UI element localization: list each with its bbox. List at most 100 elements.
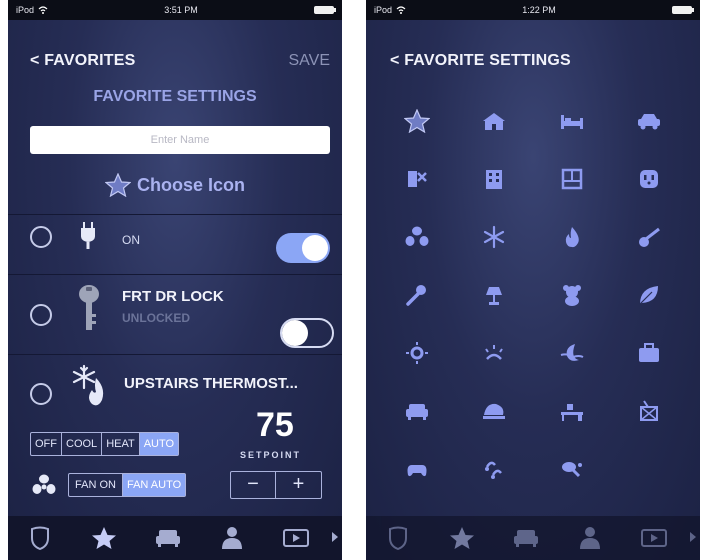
name-input[interactable] <box>30 126 330 154</box>
tab-favorites[interactable] <box>449 525 475 551</box>
icon-option-teddy-bear[interactable] <box>533 266 611 324</box>
icon-option-ping-pong[interactable] <box>533 440 611 498</box>
sun-icon <box>405 342 428 364</box>
car-icon <box>638 114 661 130</box>
tab-bar <box>366 516 700 560</box>
tab-favorites[interactable] <box>91 525 117 551</box>
setpoint-value: 75 <box>256 406 294 444</box>
leaf-icon <box>639 286 659 305</box>
moon-icon <box>560 344 584 361</box>
choose-icon-button[interactable]: Choose Icon <box>8 173 342 197</box>
choose-icon-label: Choose Icon <box>136 174 245 195</box>
lock-status: UNLOCKED <box>122 311 190 325</box>
icon-option-desk[interactable] <box>533 382 611 440</box>
mode-segmented-control: OFF COOL HEAT AUTO <box>30 432 180 456</box>
icon-option-drum[interactable] <box>611 382 689 440</box>
icon-option-microphone[interactable] <box>378 266 456 324</box>
icon-option-flame[interactable] <box>533 208 611 266</box>
tab-users[interactable] <box>219 525 245 551</box>
lock-toggle[interactable] <box>280 318 334 348</box>
device-select-radio[interactable] <box>30 304 52 326</box>
gamepad-icon <box>407 465 427 477</box>
icon-option-bed[interactable] <box>533 92 611 150</box>
guitar-icon <box>639 227 661 247</box>
back-favorites-button[interactable]: < FAVORITES <box>30 52 135 70</box>
sofa-icon <box>405 404 428 420</box>
setpoint-decrease-button[interactable]: − <box>231 472 276 498</box>
icon-option-sun[interactable] <box>378 324 456 382</box>
tab-security[interactable] <box>385 525 411 551</box>
outlet-icon <box>640 170 659 188</box>
plug-toggle[interactable] <box>276 233 330 263</box>
fan-segmented-control: FAN ON FAN AUTO <box>68 473 187 497</box>
tab-bar <box>8 516 342 560</box>
tab-rooms[interactable] <box>155 525 181 551</box>
icon-option-leaf[interactable] <box>611 266 689 324</box>
mode-cool[interactable]: COOL <box>62 433 103 455</box>
icon-option-sunrise[interactable] <box>456 324 534 382</box>
wifi-icon <box>38 6 48 14</box>
icon-option-suitcase[interactable] <box>611 324 689 382</box>
icon-option-moon[interactable] <box>533 324 611 382</box>
flame-icon <box>565 227 579 248</box>
icon-option-guitar[interactable] <box>611 208 689 266</box>
icon-option-snowflake[interactable] <box>456 208 534 266</box>
icon-grid <box>378 92 688 498</box>
mode-auto[interactable]: AUTO <box>139 433 179 455</box>
house-icon <box>483 113 506 130</box>
fan-auto[interactable]: FAN AUTO <box>122 474 186 496</box>
sunrise-icon <box>485 345 504 360</box>
building-icon <box>486 170 503 189</box>
icon-option-window[interactable] <box>533 150 611 208</box>
tab-more-arrow[interactable] <box>332 532 338 542</box>
tab-users[interactable] <box>577 525 603 551</box>
person-icon <box>580 527 600 549</box>
icon-option-lamp-shade[interactable] <box>456 382 534 440</box>
fan-icon <box>405 226 429 246</box>
save-button[interactable]: SAVE <box>289 52 331 70</box>
icon-option-car[interactable] <box>611 92 689 150</box>
wifi-icon <box>396 6 406 14</box>
tab-security[interactable] <box>27 525 53 551</box>
star-icon <box>104 173 131 197</box>
fan-on[interactable]: FAN ON <box>69 474 123 496</box>
icon-option-building[interactable] <box>456 150 534 208</box>
icon-option-sofa[interactable] <box>378 382 456 440</box>
icon-option-pets[interactable] <box>378 150 456 208</box>
page-title: FAVORITE SETTINGS <box>93 88 257 105</box>
status-bar: iPod 1:22 PM <box>366 0 700 20</box>
carrier-label: iPod <box>374 5 393 15</box>
tab-media[interactable] <box>641 525 667 551</box>
icon-option-gamepad[interactable] <box>378 440 456 498</box>
device-select-radio[interactable] <box>30 383 52 405</box>
tab-media[interactable] <box>283 525 309 551</box>
status-time: 1:22 PM <box>522 5 556 15</box>
choose-icon-screen: iPod 1:22 PM < FAVORITE SETTINGS <box>366 0 700 560</box>
lamp-icon <box>486 287 503 305</box>
window-icon <box>561 168 582 190</box>
tab-more-arrow[interactable] <box>690 532 696 542</box>
icon-option-outlet[interactable] <box>611 150 689 208</box>
music-notes-icon <box>485 461 503 479</box>
teddy-bear-icon <box>562 285 581 306</box>
divider <box>8 354 342 355</box>
back-favorite-settings-button[interactable]: < FAVORITE SETTINGS <box>390 52 571 70</box>
mode-off[interactable]: OFF <box>31 433 62 455</box>
shield-icon <box>389 526 407 550</box>
device-select-radio[interactable] <box>30 226 52 248</box>
tab-rooms[interactable] <box>513 525 539 551</box>
icon-option-music-notes[interactable] <box>456 440 534 498</box>
icon-option-house[interactable] <box>456 92 534 150</box>
icon-option-fan[interactable] <box>378 208 456 266</box>
lamp-shade-icon <box>483 403 506 419</box>
bed-icon <box>560 115 583 129</box>
status-bar: iPod 3:51 PM <box>8 0 342 20</box>
status-time: 3:51 PM <box>164 5 198 15</box>
mode-heat[interactable]: HEAT <box>102 433 140 455</box>
carrier-label: iPod <box>16 5 35 15</box>
favorite-settings-screen: iPod 3:51 PM < FAVORITES SAVE FAVORITE S… <box>8 0 342 560</box>
icon-option-star[interactable] <box>378 92 456 150</box>
lock-title: FRT DR LOCK <box>122 288 224 305</box>
setpoint-increase-button[interactable]: + <box>276 472 321 498</box>
icon-option-lamp[interactable] <box>456 266 534 324</box>
